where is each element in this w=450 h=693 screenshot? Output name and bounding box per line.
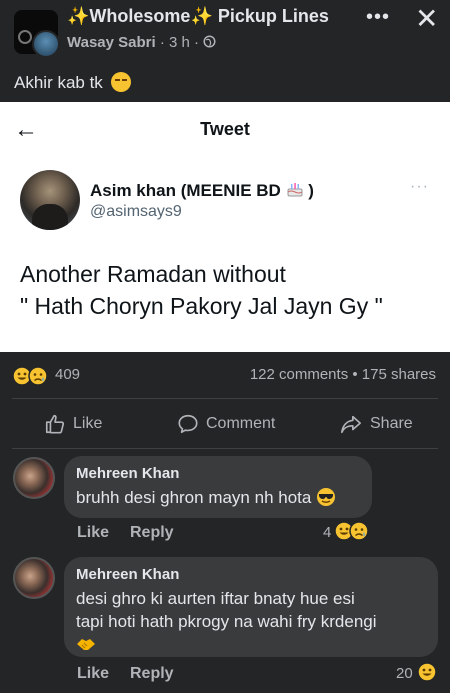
sparkle-icon: ✨	[190, 6, 213, 26]
comment-bubble: Mehreen Khan bruhh desi ghron mayn nh ho…	[64, 456, 372, 518]
tweet-author-avatar	[20, 170, 80, 230]
more-options-button[interactable]: •••	[366, 6, 390, 29]
comment-icon	[178, 414, 198, 434]
author-name[interactable]: Wasay Sabri	[67, 34, 156, 51]
commenter-avatar[interactable]	[13, 457, 55, 499]
tweet-author-name: Asim khan (MEENIE BD )	[90, 181, 314, 200]
comment-button[interactable]: Comment	[177, 412, 275, 436]
reactions-count[interactable]: 409	[55, 366, 80, 383]
group-name-label: Wholesome	[89, 6, 191, 26]
smirk-emoji-icon	[110, 72, 131, 92]
comment-label: Comment	[206, 415, 276, 432]
like-label: Like	[73, 415, 103, 432]
author-avatar[interactable]	[32, 30, 60, 58]
comment-reaction-count[interactable]: 20	[396, 665, 413, 682]
tweet-text: Another Ramadan without " Hath Choryn Pa…	[20, 261, 383, 319]
globe-icon	[203, 35, 216, 48]
comment-reaction-count[interactable]: 4	[323, 524, 331, 541]
divider	[12, 398, 438, 399]
meta-separator: ·	[194, 34, 200, 51]
share-label: Share	[370, 415, 413, 432]
sunglasses-emoji-icon	[317, 488, 336, 506]
comment-text: bruhh desi ghron mayn nh hota	[76, 486, 336, 509]
post-text: Akhir kab tk	[14, 72, 131, 93]
commenter-name[interactable]: Mehreen Khan	[76, 465, 179, 482]
comment-reaction-icons[interactable]	[334, 521, 372, 541]
divider	[12, 448, 438, 449]
comment-bubble: Mehreen Khan desi ghro ki aurten iftar b…	[64, 557, 438, 657]
commenter-name[interactable]: Mehreen Khan	[76, 566, 179, 583]
tweet-author-handle: @asimsays9	[90, 203, 182, 220]
comment-reply-button[interactable]: Reply	[130, 524, 174, 542]
birthday-cake-icon	[287, 183, 303, 197]
tweet-more-icon: ···	[410, 178, 429, 195]
tweet-screenshot[interactable]: ← Tweet Asim khan (MEENIE BD ) @asimsays…	[0, 102, 450, 352]
comment-text-line: desi ghro ki aurten iftar bnaty hue esi	[76, 589, 355, 608]
commenter-avatar[interactable]	[13, 557, 55, 599]
group-name[interactable]: ✨Wholesome✨ Pickup Lines	[67, 6, 329, 27]
thumbs-up-icon	[45, 414, 65, 434]
comment-text-line: tapi hoti hath pkrogy na wahi fry krdeng…	[76, 612, 377, 631]
post-time[interactable]: 3 h	[169, 34, 190, 51]
comment-like-button[interactable]: Like	[77, 524, 109, 542]
post-meta: Wasay Sabri · 3 h ·	[67, 34, 216, 51]
like-button[interactable]: Like	[44, 412, 102, 436]
tweet-header-title: Tweet	[200, 119, 250, 139]
comment-like-button[interactable]: Like	[77, 665, 109, 683]
share-button[interactable]: Share	[339, 412, 413, 436]
sparkle-icon: ✨	[67, 6, 90, 26]
laugh-reaction-icon[interactable]	[417, 662, 437, 682]
reactions-icons[interactable]	[12, 366, 52, 386]
comment-reply-button[interactable]: Reply	[130, 665, 174, 683]
close-button[interactable]: ✕	[415, 2, 438, 35]
comments-shares-count[interactable]: 122 comments • 175 shares	[220, 366, 436, 383]
share-icon	[341, 415, 361, 434]
meta-separator: ·	[159, 34, 165, 51]
group-name-suffix: Pickup Lines	[217, 6, 329, 26]
handshake-emoji-icon	[77, 639, 95, 650]
